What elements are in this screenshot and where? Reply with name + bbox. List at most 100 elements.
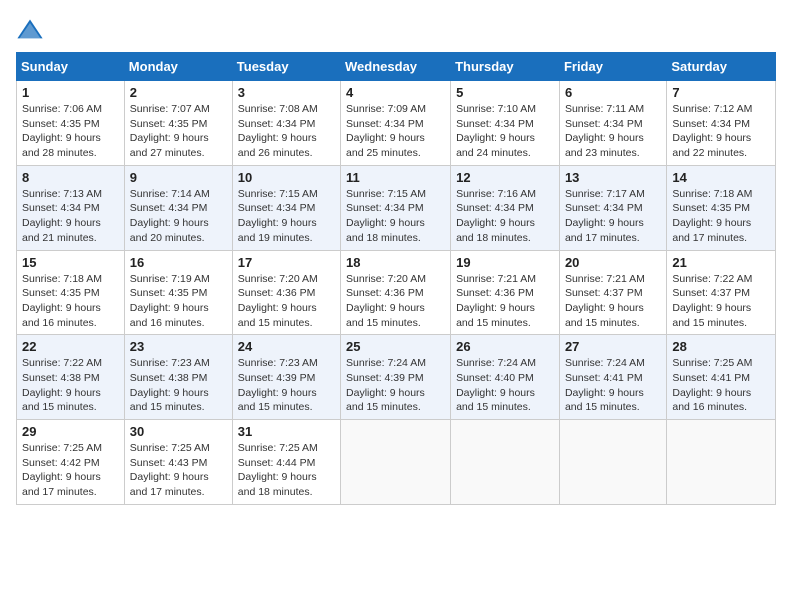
calendar-cell: 5 Sunrise: 7:10 AM Sunset: 4:34 PM Daylig… xyxy=(451,81,560,166)
day-info: Sunrise: 7:24 AM Sunset: 4:40 PM Dayligh… xyxy=(456,356,554,415)
day-info: Sunrise: 7:24 AM Sunset: 4:39 PM Dayligh… xyxy=(346,356,445,415)
calendar-cell: 27 Sunrise: 7:24 AM Sunset: 4:41 PM Dayli… xyxy=(559,335,666,420)
header-day-wednesday: Wednesday xyxy=(341,53,451,81)
day-info: Sunrise: 7:13 AM Sunset: 4:34 PM Dayligh… xyxy=(22,187,119,246)
day-number: 3 xyxy=(238,85,335,100)
day-number: 10 xyxy=(238,170,335,185)
day-info: Sunrise: 7:22 AM Sunset: 4:38 PM Dayligh… xyxy=(22,356,119,415)
day-info: Sunrise: 7:23 AM Sunset: 4:39 PM Dayligh… xyxy=(238,356,335,415)
day-number: 18 xyxy=(346,255,445,270)
calendar-cell: 20 Sunrise: 7:21 AM Sunset: 4:37 PM Dayli… xyxy=(559,250,666,335)
day-number: 25 xyxy=(346,339,445,354)
header-day-saturday: Saturday xyxy=(667,53,776,81)
day-info: Sunrise: 7:15 AM Sunset: 4:34 PM Dayligh… xyxy=(346,187,445,246)
week-row-2: 8 Sunrise: 7:13 AM Sunset: 4:34 PM Daylig… xyxy=(17,165,776,250)
calendar-body: 1 Sunrise: 7:06 AM Sunset: 4:35 PM Daylig… xyxy=(17,81,776,505)
day-info: Sunrise: 7:06 AM Sunset: 4:35 PM Dayligh… xyxy=(22,102,119,161)
day-info: Sunrise: 7:25 AM Sunset: 4:41 PM Dayligh… xyxy=(672,356,770,415)
calendar-cell: 8 Sunrise: 7:13 AM Sunset: 4:34 PM Daylig… xyxy=(17,165,125,250)
calendar-cell: 1 Sunrise: 7:06 AM Sunset: 4:35 PM Daylig… xyxy=(17,81,125,166)
day-info: Sunrise: 7:20 AM Sunset: 4:36 PM Dayligh… xyxy=(346,272,445,331)
day-info: Sunrise: 7:20 AM Sunset: 4:36 PM Dayligh… xyxy=(238,272,335,331)
day-number: 15 xyxy=(22,255,119,270)
day-number: 28 xyxy=(672,339,770,354)
day-info: Sunrise: 7:15 AM Sunset: 4:34 PM Dayligh… xyxy=(238,187,335,246)
day-number: 8 xyxy=(22,170,119,185)
day-number: 22 xyxy=(22,339,119,354)
day-info: Sunrise: 7:17 AM Sunset: 4:34 PM Dayligh… xyxy=(565,187,661,246)
day-number: 19 xyxy=(456,255,554,270)
logo-icon xyxy=(16,16,44,44)
calendar-cell: 31 Sunrise: 7:25 AM Sunset: 4:44 PM Dayli… xyxy=(232,420,340,505)
day-number: 6 xyxy=(565,85,661,100)
day-number: 9 xyxy=(130,170,227,185)
calendar-cell: 26Sunrise: 7:24 AM Sunset: 4:40 PM Dayli… xyxy=(451,335,560,420)
header-day-monday: Monday xyxy=(124,53,232,81)
day-number: 12 xyxy=(456,170,554,185)
day-number: 27 xyxy=(565,339,661,354)
header-day-thursday: Thursday xyxy=(451,53,560,81)
day-number: 31 xyxy=(238,424,335,439)
calendar-cell: 3Sunrise: 7:08 AM Sunset: 4:34 PM Daylig… xyxy=(232,81,340,166)
day-number: 20 xyxy=(565,255,661,270)
day-info: Sunrise: 7:25 AM Sunset: 4:42 PM Dayligh… xyxy=(22,441,119,500)
header-row: SundayMondayTuesdayWednesdayThursdayFrid… xyxy=(17,53,776,81)
day-number: 5 xyxy=(456,85,554,100)
day-number: 13 xyxy=(565,170,661,185)
day-info: Sunrise: 7:10 AM Sunset: 4:34 PM Dayligh… xyxy=(456,102,554,161)
day-info: Sunrise: 7:25 AM Sunset: 4:44 PM Dayligh… xyxy=(238,441,335,500)
day-info: Sunrise: 7:07 AM Sunset: 4:35 PM Dayligh… xyxy=(130,102,227,161)
calendar-cell xyxy=(559,420,666,505)
calendar-cell: 28 Sunrise: 7:25 AM Sunset: 4:41 PM Dayli… xyxy=(667,335,776,420)
day-info: Sunrise: 7:25 AM Sunset: 4:43 PM Dayligh… xyxy=(130,441,227,500)
day-number: 14 xyxy=(672,170,770,185)
day-number: 1 xyxy=(22,85,119,100)
header-day-friday: Friday xyxy=(559,53,666,81)
day-info: Sunrise: 7:21 AM Sunset: 4:36 PM Dayligh… xyxy=(456,272,554,331)
logo xyxy=(16,16,48,44)
day-number: 11 xyxy=(346,170,445,185)
day-info: Sunrise: 7:24 AM Sunset: 4:41 PM Dayligh… xyxy=(565,356,661,415)
day-number: 17 xyxy=(238,255,335,270)
calendar-cell: 15Sunrise: 7:18 AM Sunset: 4:35 PM Dayli… xyxy=(17,250,125,335)
day-info: Sunrise: 7:21 AM Sunset: 4:37 PM Dayligh… xyxy=(565,272,661,331)
calendar-cell: 30 Sunrise: 7:25 AM Sunset: 4:43 PM Dayli… xyxy=(124,420,232,505)
calendar-cell: 12Sunrise: 7:16 AM Sunset: 4:34 PM Dayli… xyxy=(451,165,560,250)
day-number: 23 xyxy=(130,339,227,354)
calendar-cell: 17 Sunrise: 7:20 AM Sunset: 4:36 PM Dayli… xyxy=(232,250,340,335)
day-info: Sunrise: 7:19 AM Sunset: 4:35 PM Dayligh… xyxy=(130,272,227,331)
day-number: 16 xyxy=(130,255,227,270)
day-info: Sunrise: 7:11 AM Sunset: 4:34 PM Dayligh… xyxy=(565,102,661,161)
calendar-cell: 14Sunrise: 7:18 AM Sunset: 4:35 PM Dayli… xyxy=(667,165,776,250)
calendar-cell: 19 Sunrise: 7:21 AM Sunset: 4:36 PM Dayli… xyxy=(451,250,560,335)
calendar-cell: 9Sunrise: 7:14 AM Sunset: 4:34 PM Daylig… xyxy=(124,165,232,250)
calendar-cell xyxy=(667,420,776,505)
header-day-sunday: Sunday xyxy=(17,53,125,81)
calendar-cell: 16 Sunrise: 7:19 AM Sunset: 4:35 PM Dayli… xyxy=(124,250,232,335)
calendar-cell xyxy=(451,420,560,505)
day-info: Sunrise: 7:12 AM Sunset: 4:34 PM Dayligh… xyxy=(672,102,770,161)
calendar-cell: 21 Sunrise: 7:22 AM Sunset: 4:37 PM Dayli… xyxy=(667,250,776,335)
calendar-cell: 4 Sunrise: 7:09 AM Sunset: 4:34 PM Daylig… xyxy=(341,81,451,166)
calendar-cell: 6 Sunrise: 7:11 AM Sunset: 4:34 PM Daylig… xyxy=(559,81,666,166)
day-info: Sunrise: 7:23 AM Sunset: 4:38 PM Dayligh… xyxy=(130,356,227,415)
calendar-cell: 29Sunrise: 7:25 AM Sunset: 4:42 PM Dayli… xyxy=(17,420,125,505)
calendar-cell: 22 Sunrise: 7:22 AM Sunset: 4:38 PM Dayli… xyxy=(17,335,125,420)
week-row-1: 1 Sunrise: 7:06 AM Sunset: 4:35 PM Daylig… xyxy=(17,81,776,166)
week-row-4: 22 Sunrise: 7:22 AM Sunset: 4:38 PM Dayli… xyxy=(17,335,776,420)
day-info: Sunrise: 7:22 AM Sunset: 4:37 PM Dayligh… xyxy=(672,272,770,331)
day-info: Sunrise: 7:09 AM Sunset: 4:34 PM Dayligh… xyxy=(346,102,445,161)
day-number: 7 xyxy=(672,85,770,100)
calendar-header: SundayMondayTuesdayWednesdayThursdayFrid… xyxy=(17,53,776,81)
day-number: 2 xyxy=(130,85,227,100)
day-number: 24 xyxy=(238,339,335,354)
calendar-cell: 13 Sunrise: 7:17 AM Sunset: 4:34 PM Dayli… xyxy=(559,165,666,250)
day-number: 30 xyxy=(130,424,227,439)
header-day-tuesday: Tuesday xyxy=(232,53,340,81)
week-row-3: 15Sunrise: 7:18 AM Sunset: 4:35 PM Dayli… xyxy=(17,250,776,335)
calendar-cell: 7 Sunrise: 7:12 AM Sunset: 4:34 PM Daylig… xyxy=(667,81,776,166)
day-number: 21 xyxy=(672,255,770,270)
calendar-cell: 23 Sunrise: 7:23 AM Sunset: 4:38 PM Dayli… xyxy=(124,335,232,420)
day-number: 4 xyxy=(346,85,445,100)
calendar-cell: 2 Sunrise: 7:07 AM Sunset: 4:35 PM Daylig… xyxy=(124,81,232,166)
